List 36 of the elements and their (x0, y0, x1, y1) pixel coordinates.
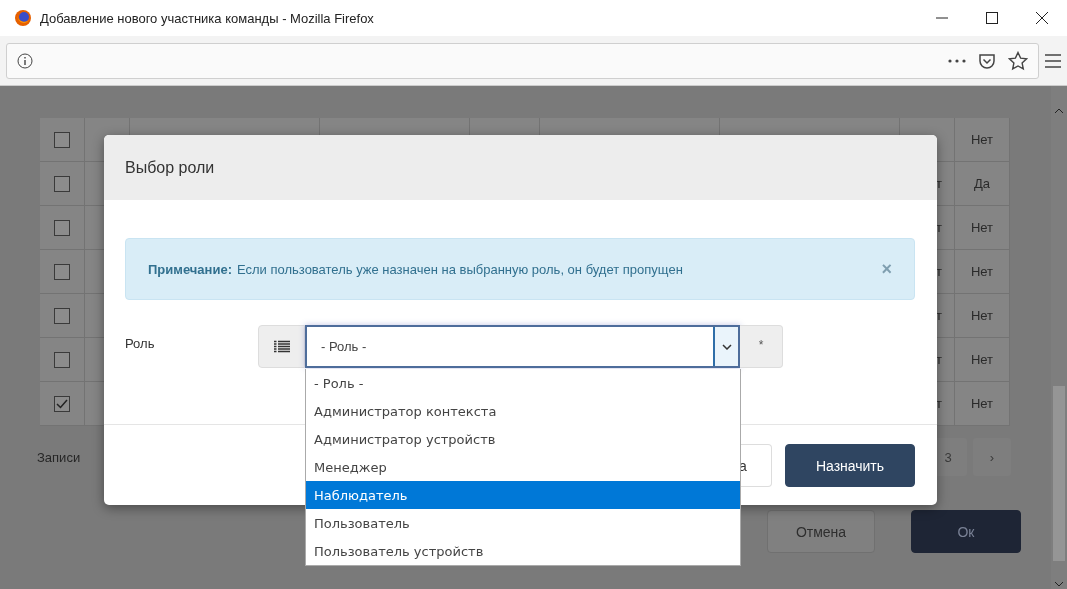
star-icon[interactable] (1008, 50, 1028, 71)
checkbox[interactable] (54, 395, 70, 412)
table-cell: Нет (955, 206, 1010, 249)
scroll-down-icon[interactable] (1054, 581, 1064, 587)
field-label: Роль (125, 335, 156, 353)
checkbox[interactable] (54, 351, 70, 368)
assign-button[interactable]: Назначить (785, 444, 915, 487)
table-cell: Нет (955, 382, 1010, 425)
list-icon (273, 340, 290, 353)
window-title: Добавление нового участника команды - Mozilla Firefox (40, 10, 375, 26)
ok-button[interactable]: Ок (911, 510, 1021, 553)
browser-logo-icon (14, 9, 32, 27)
table-cell: Нет (955, 294, 1010, 337)
info-icon[interactable] (17, 52, 33, 69)
checkbox[interactable] (54, 131, 70, 148)
scrollbar[interactable] (1051, 86, 1067, 589)
note-text: Примечание: Если пользователь уже назначен на выбранную роль, он будет пропущен (148, 261, 684, 277)
menu-icon[interactable] (1045, 53, 1061, 68)
cancel-button[interactable]: Отмена (767, 510, 875, 553)
checkbox[interactable] (54, 219, 70, 236)
table-cell: Нет (955, 250, 1010, 293)
required-addon: * (740, 325, 783, 368)
dialog-title: Выбор роли (125, 158, 215, 177)
records-label: Записи (37, 449, 81, 465)
dropdown-option[interactable]: Наблюдатель (306, 481, 740, 509)
table-cell: Нет (955, 118, 1010, 161)
more-icon[interactable] (948, 58, 966, 63)
chevron-down-icon (721, 343, 732, 350)
checkbox[interactable] (54, 263, 70, 280)
table-cell: Да (955, 162, 1010, 205)
role-select[interactable]: - Роль - (305, 325, 740, 368)
checkbox[interactable] (54, 175, 70, 192)
table-cell: Нет (955, 338, 1010, 381)
scroll-up-icon[interactable] (1054, 108, 1064, 114)
checkbox[interactable] (54, 307, 70, 324)
pocket-icon[interactable] (978, 51, 996, 70)
